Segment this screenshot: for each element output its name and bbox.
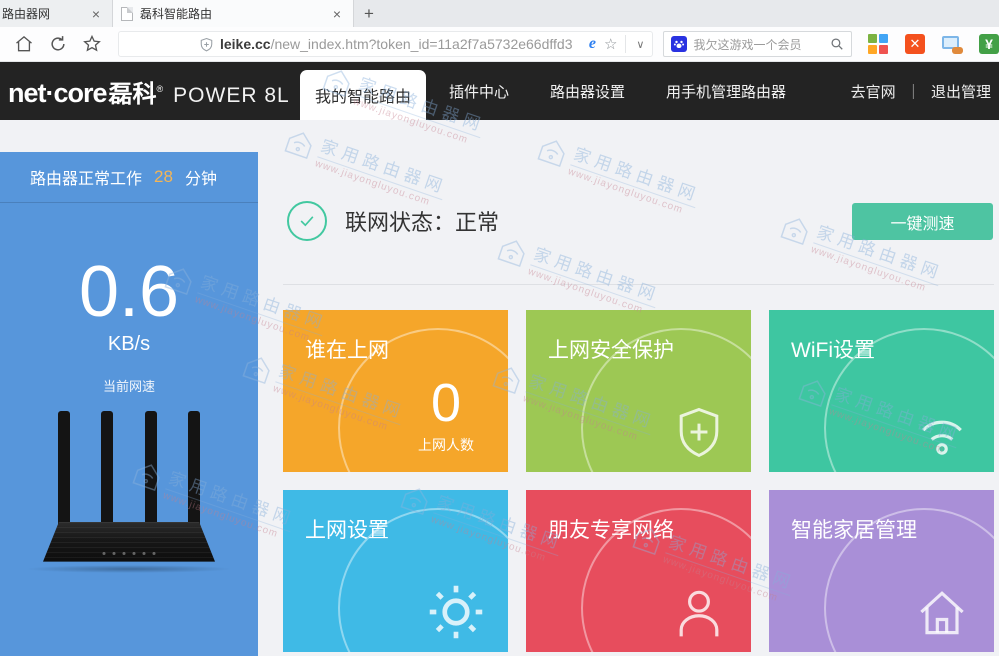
nav-item-my-smart-router[interactable]: 我的智能路由 [300,70,426,120]
tile-smart-home[interactable]: 智能家居管理 [769,490,994,652]
nav-item-router-settings[interactable]: 路由器设置 [550,81,625,102]
browser-tab-router-site[interactable]: 路由器网 × [0,0,113,27]
nav-links: 去官网 ｜ 退出管理 [851,81,999,102]
favorites-star-icon[interactable] [82,34,102,54]
main-panel: 联网状态：正常 一键测速 谁在上网 0 上网人数 上网安全保护 [283,120,994,656]
uptime-unit: 分钟 [185,165,217,189]
status-text: 联网状态：正常 [345,205,499,237]
baidu-logo-icon [671,36,687,52]
speed-label: 当前网速 [0,376,258,395]
divider: ｜ [906,84,921,101]
url-text[interactable]: leike.cc/new_index.htm?token_id=11a2f7a5… [220,36,573,52]
logo-model: POWER 8L [173,84,290,108]
online-count-label: 上网人数 [398,435,494,455]
tab-title: 磊科智能路由 [140,5,329,22]
tile-wifi-settings[interactable]: WiFi设置 [769,310,994,472]
status-sidebar: 路由器正常工作 28 分钟 0.6 KB/s 当前网速 [0,152,258,656]
apps-grid-icon[interactable] [868,34,888,54]
divider [283,284,994,285]
browser-tab-active[interactable]: 磊科智能路由 × [113,0,354,27]
new-tab-button[interactable]: + [354,0,384,27]
bookmark-star-icon[interactable]: ☆ [604,35,617,53]
registered-mark: ® [157,84,164,94]
online-count: 0 上网人数 [398,376,494,455]
tile-who-is-online[interactable]: 谁在上网 0 上网人数 [283,310,508,472]
person-icon [669,582,729,642]
browser-tab-bar: 路由器网 × 磊科智能路由 × + [0,0,999,27]
wifi-icon [912,402,972,462]
refresh-icon[interactable] [48,34,68,54]
ie-compat-icon[interactable]: e [589,35,596,53]
url-path: /new_index.htm?token_id=11a2f7a5732e66df… [271,36,573,52]
logo-brand: net·core [8,78,107,109]
nav-item-plugin-center[interactable]: 插件中心 [449,81,509,102]
browser-toolbar: leike.cc/new_index.htm?token_id=11a2f7a5… [0,27,999,62]
tools-icon[interactable]: ✕ [905,34,925,54]
speed-value: 0.6 [0,255,258,331]
security-shield-icon [199,37,214,52]
address-bar[interactable]: leike.cc/new_index.htm?token_id=11a2f7a5… [118,31,653,57]
current-speed: 0.6 KB/s 当前网速 [0,255,258,395]
gear-icon [426,582,486,642]
home-icon [912,582,972,642]
connection-status: 联网状态：正常 [287,201,499,241]
uptime-row: 路由器正常工作 28 分钟 [0,152,258,203]
divider [625,35,626,53]
tab-title: 路由器网 [2,5,88,22]
url-dropdown-icon[interactable]: ∨ [632,38,648,51]
home-icon[interactable] [14,34,34,54]
check-circle-icon [287,201,327,241]
tab-close-icon[interactable]: × [329,6,345,22]
tile-security-protection[interactable]: 上网安全保护 [526,310,751,472]
screenshot-game-icon[interactable] [942,34,962,54]
official-site-link[interactable]: 去官网 [851,84,896,101]
tab-close-icon[interactable]: × [88,6,104,22]
online-count-value: 0 [431,373,461,433]
tile-internet-settings[interactable]: 上网设置 [283,490,508,652]
nav-menu: 我的智能路由 插件中心 路由器设置 用手机管理路由器 [300,62,851,120]
browser-extension-icons: ✕ ¥ [868,34,999,54]
router-nav-bar: net·core 磊科 ® POWER 8L 我的智能路由 插件中心 路由器设置… [0,62,999,120]
speed-test-button[interactable]: 一键测速 [852,203,993,240]
logo-brand-cn: 磊科 [109,74,157,109]
router-dashboard: 路由器正常工作 28 分钟 0.6 KB/s 当前网速 [0,120,999,656]
shield-plus-icon [669,402,729,462]
search-input[interactable]: 我欠这游戏一个会员 [663,31,852,57]
rebate-money-icon[interactable]: ¥ [979,34,999,54]
router-shadow [25,565,233,573]
netcore-logo: net·core 磊科 ® POWER 8L [0,74,300,109]
nav-item-manage-by-phone[interactable]: 用手机管理路由器 [666,81,786,102]
uptime-prefix: 路由器正常工作 [30,165,142,189]
feature-tiles: 谁在上网 0 上网人数 上网安全保护 WiFi设置 [283,310,994,652]
browser-window: 路由器网 × 磊科智能路由 × + leike.cc/new_index.htm… [0,0,999,656]
search-icon[interactable] [830,37,844,51]
tile-friends-network[interactable]: 朋友专享网络 [526,490,751,652]
router-antennas [43,411,215,524]
speed-unit: KB/s [0,333,258,356]
router-leds [103,552,156,555]
uptime-value: 28 [154,167,173,187]
logout-link[interactable]: 退出管理 [931,84,991,101]
router-illustration [0,411,258,573]
page-icon [121,7,133,21]
search-placeholder: 我欠这游戏一个会员 [693,36,830,53]
router-body [43,522,215,562]
url-host: leike.cc [220,36,271,52]
